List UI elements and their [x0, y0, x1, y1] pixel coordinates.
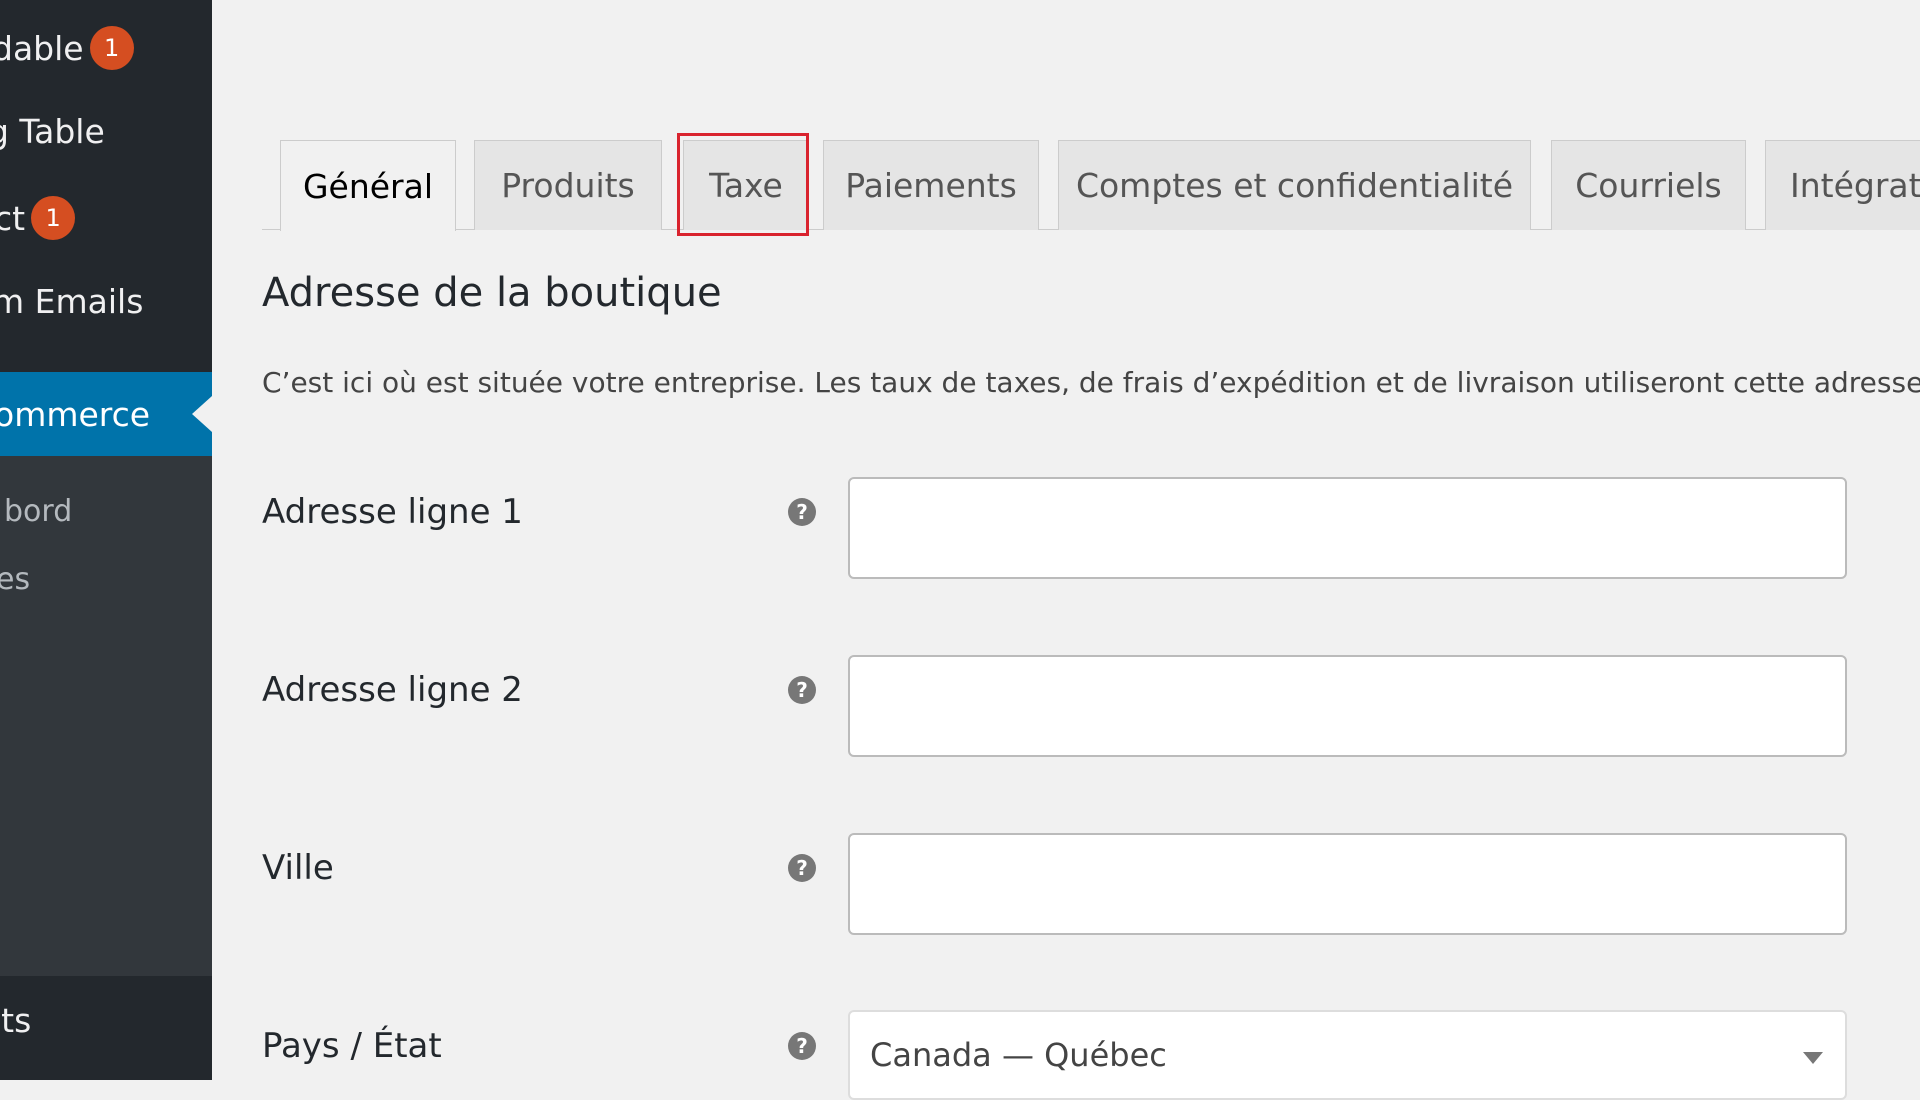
help-icon[interactable]: ? — [788, 1032, 816, 1060]
sidebar-item-label: its — [0, 1000, 32, 1040]
city-input[interactable] — [848, 833, 1847, 935]
address-line-1-label: Adresse ligne 1 — [262, 492, 523, 532]
country-state-label: Pays / État — [262, 1026, 442, 1066]
update-count-badge: 1 — [31, 196, 76, 240]
submenu-item-label: bord — [4, 493, 73, 529]
tab-emails[interactable]: Courriels — [1551, 140, 1746, 230]
help-icon[interactable]: ? — [788, 854, 816, 882]
admin-sidebar: dable 1 g Table ct 1 m Emails ommerce bo… — [0, 0, 212, 1080]
sidebar-item-pricing-table[interactable]: g Table — [0, 101, 212, 161]
submenu-item-dashboard[interactable]: bord — [0, 486, 72, 536]
sidebar-item-custom-emails[interactable]: m Emails — [0, 271, 212, 331]
sidebar-item-label: ct — [0, 198, 26, 238]
address-line-2-input[interactable] — [848, 655, 1847, 757]
address-line-1-input[interactable] — [848, 477, 1847, 579]
address-line-2-label: Adresse ligne 2 — [262, 670, 523, 710]
sidebar-item-woocommerce[interactable]: ommerce — [0, 372, 212, 456]
chevron-down-icon — [1803, 1052, 1823, 1064]
submenu-item-label: es — [0, 561, 31, 597]
country-state-value: Canada — Québec — [870, 1036, 1167, 1074]
country-state-select[interactable]: Canada — Québec — [848, 1010, 1847, 1100]
sidebar-item-label: g Table — [0, 111, 105, 151]
help-icon[interactable]: ? — [788, 676, 816, 704]
sidebar-item-label: dable — [0, 28, 84, 68]
submenu-item-orders[interactable]: es — [0, 554, 30, 604]
sidebar-item-label: ommerce — [0, 394, 151, 434]
sidebar-item-downloadable[interactable]: dable 1 — [0, 18, 212, 78]
tab-products[interactable]: Produits — [474, 140, 662, 230]
section-description: C’est ici où est située votre entreprise… — [262, 366, 1920, 399]
active-menu-arrow — [192, 396, 212, 432]
help-icon[interactable]: ? — [788, 498, 816, 526]
section-title: Adresse de la boutique — [262, 270, 722, 316]
tab-integration[interactable]: Intégrat — [1765, 140, 1920, 230]
tab-payments[interactable]: Paiements — [823, 140, 1039, 230]
tab-tax[interactable]: Taxe — [683, 140, 809, 230]
sidebar-item-products[interactable]: its — [0, 990, 212, 1050]
update-count-badge: 1 — [89, 26, 134, 70]
city-label: Ville — [262, 848, 334, 888]
tab-general[interactable]: Général — [280, 140, 456, 231]
tab-accounts-privacy[interactable]: Comptes et confidentialité — [1058, 140, 1531, 230]
settings-tabs: Général Produits Taxe Paiements Comptes … — [262, 140, 1920, 231]
woocommerce-submenu: bord es — [0, 456, 212, 976]
sidebar-item-label: m Emails — [0, 281, 144, 321]
sidebar-item-contact[interactable]: ct 1 — [0, 188, 212, 248]
